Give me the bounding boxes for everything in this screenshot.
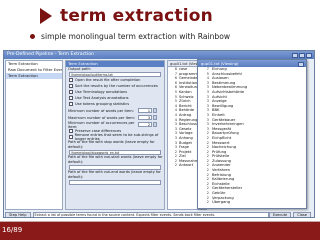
preserve-case-checkbox[interactable] <box>69 129 73 133</box>
tokens-grouping-label: Use tokens grouping statistics <box>75 102 130 106</box>
step-tree: Term Extraction Raw Document to Filter E… <box>5 60 63 210</box>
result-term-count: 2 <box>206 200 209 205</box>
result-term-row: 2 Übergang <box>198 200 306 205</box>
min-occurrences-spinner[interactable] <box>153 122 157 127</box>
min-occurrences-input[interactable]: 2 <box>138 122 152 127</box>
bottom-bar: Step Help Extract a list of possible ter… <box>5 211 313 217</box>
settings-panel: Term Extraction Output path: /home/okapi… <box>65 60 165 210</box>
remove-substrings-checkbox[interactable] <box>69 135 73 139</box>
term-results-titlebar: gup01.txt (Viewing) <box>198 60 306 67</box>
min-words-row: Minimum number of words per item: 1 <box>66 107 164 114</box>
output-term-count: 2 <box>174 163 177 168</box>
page-number: 16/89 <box>2 226 23 234</box>
stop-words-label: Path of the file with stop words (leave … <box>68 140 155 149</box>
min-occurrences-row: Minimum number of occurrences per item: … <box>66 120 164 129</box>
output-term-term: Antwort <box>179 163 194 168</box>
text-analysis-checkbox[interactable] <box>69 96 73 100</box>
slide-title-text: term extraction <box>60 6 213 26</box>
min-words-input[interactable]: 1 <box>138 108 152 113</box>
bullet-point: simple monolingual term extraction with … <box>30 32 230 41</box>
term-results-title: gup01.txt (Viewing) <box>201 61 239 66</box>
max-words-input[interactable]: 3 <box>138 115 152 120</box>
result-term-term: Übergang <box>212 200 231 205</box>
term-results-window: gup01.txt (Viewing) 7 Eichung 5 Anschlussbe… <box>197 59 307 209</box>
max-words-label: Maximum number of words per item: <box>68 115 135 120</box>
window-titlebar: Pre-Defined Pipeline - Term Extraction <box>4 51 314 59</box>
terminology-checkbox[interactable] <box>69 90 73 94</box>
max-words-spinner[interactable] <box>153 115 157 120</box>
slide-title: term extraction <box>40 6 213 26</box>
open-result-label: Open the result file after completion <box>75 78 141 82</box>
term-results-close-button[interactable] <box>298 61 304 67</box>
sort-results-label: Sort the results by the number of occurr… <box>75 84 158 88</box>
min-words-spinner[interactable] <box>153 108 157 113</box>
bullet-icon <box>30 34 35 39</box>
not-end-words-label: Path of the file with not-end words (lea… <box>68 170 161 179</box>
not-end-words-input[interactable] <box>69 180 161 185</box>
tree-item-term-extraction[interactable]: Term Extraction <box>6 73 62 79</box>
text-analysis-label: Use Text Analysis annotations <box>75 96 129 100</box>
min-words-label: Minimum number of words per item: <box>68 108 134 113</box>
min-occurrences-label: Minimum number of occurrences per item: <box>68 120 135 129</box>
close-button[interactable] <box>306 52 312 58</box>
execute-button[interactable]: Execute <box>268 211 292 217</box>
sort-results-checkbox[interactable] <box>69 84 73 88</box>
minimize-button[interactable] <box>292 52 298 58</box>
footer-bar <box>0 222 320 240</box>
step-description: Extract a list of possible terms found i… <box>32 211 269 217</box>
window-controls <box>292 51 314 59</box>
terminology-label: Use Terminology annotations <box>75 90 128 94</box>
window-title: Pre-Defined Pipeline - Term Extraction <box>7 52 94 57</box>
term-results-lines: 7 Eichung 5 Anschlussbefehl 4 Auslosen 3 Bestim… <box>198 67 306 205</box>
term-results-controls <box>298 60 306 67</box>
bullet-text: simple monolingual term extraction with … <box>41 32 231 41</box>
tokens-grouping-checkbox[interactable] <box>69 102 73 106</box>
title-triangle-icon <box>40 8 52 24</box>
step-help-button[interactable]: Step Help <box>5 211 31 217</box>
open-result-checkbox[interactable] <box>69 78 73 82</box>
close-window-button[interactable]: Close <box>293 211 311 217</box>
not-start-words-label: Path of the file with not-start words (l… <box>68 155 163 164</box>
maximize-button[interactable] <box>299 52 305 58</box>
